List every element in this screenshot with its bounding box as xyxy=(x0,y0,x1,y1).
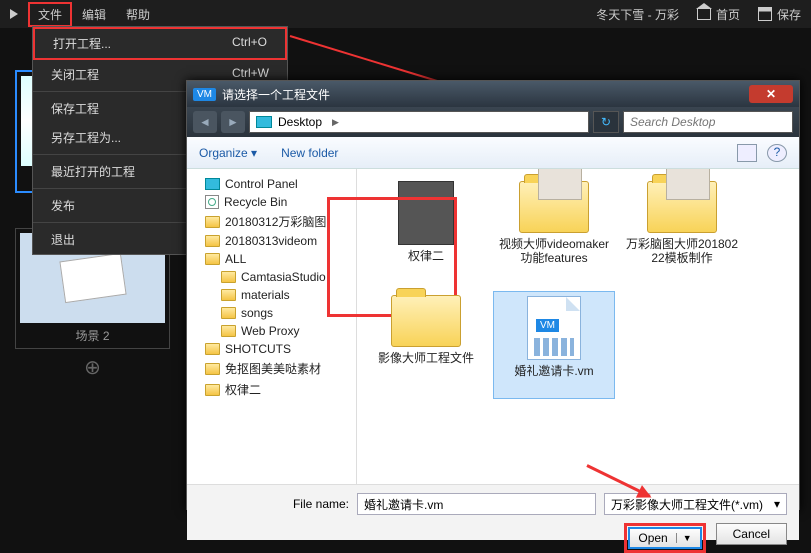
tree-node[interactable]: SHOTCUTS xyxy=(191,340,352,358)
file-item[interactable]: 视频大师videomaker 功能features xyxy=(493,177,615,285)
tree-node[interactable]: 20180312万彩脑图 xyxy=(191,211,352,232)
file-item[interactable]: 万彩脑图大师20180222模板制作 xyxy=(621,177,743,285)
add-scene-button[interactable]: ⊕ xyxy=(15,355,170,380)
tree-node[interactable]: Recycle Bin xyxy=(191,193,352,211)
desktop-icon xyxy=(256,116,272,128)
filename-input[interactable] xyxy=(357,493,596,515)
file-pane: 权律二视频大师videomaker 功能features万彩脑图大师201802… xyxy=(357,169,799,484)
new-folder-button[interactable]: New folder xyxy=(281,146,338,160)
location-bar[interactable]: Desktop▶ xyxy=(249,111,589,133)
close-button[interactable]: ✕ xyxy=(749,85,793,103)
vm-icon: VM xyxy=(193,88,216,101)
search-input[interactable] xyxy=(623,111,793,133)
save-button[interactable]: 保存 xyxy=(758,6,801,23)
tree-node[interactable]: ALL xyxy=(191,250,352,268)
cancel-button[interactable]: Cancel xyxy=(716,523,787,545)
menu-file[interactable]: 文件 xyxy=(28,2,72,27)
folder-tree: Control PanelRecycle Bin20180312万彩脑图2018… xyxy=(187,169,357,484)
nav-forward-button[interactable]: ► xyxy=(221,111,245,133)
app-title: 冬天下雪 - 万彩 xyxy=(596,6,679,23)
dialog-footer: File name: 万彩影像大师工程文件(*.vm)▾ Open▼ Cance… xyxy=(187,484,799,540)
tree-node[interactable]: Web Proxy xyxy=(191,322,352,340)
tree-node[interactable]: 20180313videom xyxy=(191,232,352,250)
organize-button[interactable]: Organize ▾ xyxy=(199,146,257,160)
refresh-button[interactable]: ↻ xyxy=(593,111,619,133)
home-button[interactable]: 首页 xyxy=(697,6,740,23)
vm-icon: VM xyxy=(527,296,581,360)
file-open-dialog: VM 请选择一个工程文件 ✕ ◄ ► Desktop▶ ↻ Organize ▾… xyxy=(186,80,800,510)
folder-icon xyxy=(647,181,717,233)
tree-node[interactable]: 免抠图美美哒素材 xyxy=(191,358,352,379)
open-button[interactable]: Open▼ xyxy=(628,527,701,549)
dialog-toolbar: Organize ▾ New folder ? xyxy=(187,137,799,169)
app-menubar: 文件 编辑 帮助 冬天下雪 - 万彩 首页 保存 xyxy=(0,0,811,28)
play-icon xyxy=(10,9,18,19)
menu-help[interactable]: 帮助 xyxy=(116,2,160,27)
filename-label: File name: xyxy=(199,497,349,511)
tree-node[interactable]: CamtasiaStudio xyxy=(191,268,352,286)
filetype-filter[interactable]: 万彩影像大师工程文件(*.vm)▾ xyxy=(604,493,787,515)
tree-node[interactable]: materials xyxy=(191,286,352,304)
dialog-title: 请选择一个工程文件 xyxy=(222,86,330,103)
file-item[interactable]: 权律二 xyxy=(365,177,487,285)
file-item[interactable]: VM婚礼邀请卡.vm xyxy=(493,291,615,399)
nav-back-button[interactable]: ◄ xyxy=(193,111,217,133)
save-icon xyxy=(758,7,772,21)
folder-icon xyxy=(519,181,589,233)
menu-edit[interactable]: 编辑 xyxy=(72,2,116,27)
tree-node[interactable]: Control Panel xyxy=(191,175,352,193)
menu-item[interactable]: 打开工程...Ctrl+O xyxy=(33,27,287,60)
home-icon xyxy=(697,8,711,20)
dialog-navbar: ◄ ► Desktop▶ ↻ xyxy=(187,107,799,137)
dialog-titlebar: VM 请选择一个工程文件 ✕ xyxy=(187,81,799,107)
file-item[interactable]: 影像大师工程文件 xyxy=(365,291,487,399)
img-icon xyxy=(398,181,454,245)
tree-node[interactable]: 权律二 xyxy=(191,379,352,400)
view-button[interactable] xyxy=(737,144,757,162)
help-icon[interactable]: ? xyxy=(767,144,787,162)
folder-icon xyxy=(391,295,461,347)
annotation-box-open: Open▼ xyxy=(624,523,705,553)
tree-node[interactable]: songs xyxy=(191,304,352,322)
